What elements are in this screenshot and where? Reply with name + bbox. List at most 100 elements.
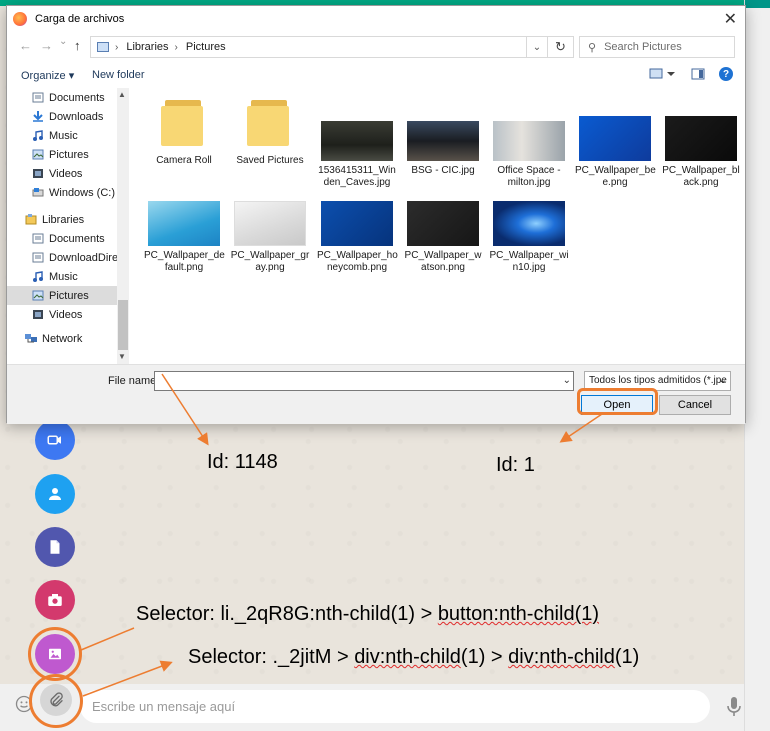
file-item[interactable]: BSG - CIC.jpg (403, 98, 483, 177)
right-panel-strip (744, 0, 770, 731)
nav-library-documents[interactable]: Documents (32, 229, 129, 248)
file-item[interactable]: Office Space - milton.jpg (489, 98, 569, 189)
file-open-dialog: Carga de archivos ✕ ← → ⌄ ↑ › Libraries … (6, 5, 746, 424)
camera-icon (48, 594, 62, 606)
forward-button[interactable]: → (40, 38, 53, 53)
file-item[interactable]: 1536415311_Win den_Caves.jpg (317, 98, 397, 189)
preview-pane-icon[interactable] (691, 68, 705, 83)
contact-icon (49, 488, 61, 500)
help-icon[interactable]: ? (719, 67, 733, 81)
file-item[interactable]: PC_Wallpaper_wi n10.jpg (489, 186, 569, 274)
photos-button-highlight (28, 627, 82, 681)
nav-downloads[interactable]: Downloads (32, 107, 129, 126)
file-name-input[interactable]: ⌄ (154, 371, 574, 391)
folder-icon (161, 98, 207, 148)
attach-camera-room-button[interactable] (35, 420, 75, 460)
chevron-down-icon: ⌄ (718, 375, 727, 386)
organize-menu[interactable]: Organize ▾ (21, 69, 74, 82)
view-options-icon[interactable] (649, 68, 677, 83)
image-thumbnail (407, 121, 479, 161)
search-box[interactable]: ⚲ Search Pictures (579, 36, 735, 58)
pictures-icon (32, 290, 44, 301)
network-icon (25, 334, 37, 343)
attach-document-button[interactable] (35, 527, 75, 567)
attach-contact-button[interactable] (35, 474, 75, 514)
file-item[interactable]: Camera Roll (144, 98, 224, 167)
videos-icon (33, 310, 43, 319)
drive-icon (32, 188, 44, 197)
cancel-button[interactable]: Cancel (659, 395, 731, 415)
nav-library-downloaddirect[interactable]: DownloadDirect (32, 248, 129, 267)
address-bar[interactable]: › Libraries › Pictures ⌄ (90, 36, 548, 58)
breadcrumb-libraries[interactable]: Libraries (126, 41, 168, 53)
nav-library-videos[interactable]: Videos (32, 305, 129, 324)
image-thumbnail (321, 201, 393, 246)
image-thumbnail (493, 121, 565, 161)
annotation-selector-attach: Selector: ._2jitM > div:nth-child(1) > d… (188, 646, 640, 668)
image-thumbnail (321, 121, 393, 161)
file-item[interactable]: PC_Wallpaper_gr ay.png (230, 186, 310, 274)
message-composer (0, 684, 744, 731)
message-input[interactable] (80, 690, 710, 723)
new-folder-button[interactable]: New folder (92, 69, 145, 81)
image-thumbnail (493, 201, 565, 246)
scroll-up-icon[interactable]: ▲ (118, 90, 126, 99)
file-list: Camera Roll Saved Pictures 1536415311_Wi… (137, 88, 745, 364)
nav-documents[interactable]: Documents (32, 88, 129, 107)
file-item[interactable]: PC_Wallpaper_ho neycomb.png (317, 186, 398, 274)
dialog-title: Carga de archivos (35, 12, 125, 25)
videos-icon (33, 169, 43, 178)
navigation-pane: Documents Downloads Music Pictures Video… (7, 88, 129, 364)
file-item[interactable]: PC_Wallpaper_w atson.png (403, 186, 483, 274)
file-item[interactable]: PC_Wallpaper_bl ack.png (661, 98, 741, 189)
libraries-icon (25, 214, 37, 225)
image-thumbnail (407, 201, 479, 246)
navigation-bar: ← → ⌄ ↑ › Libraries › Pictures ⌄ ↻ ⚲ Sea… (7, 34, 745, 60)
file-item[interactable]: PC_Wallpaper_be e.png (575, 98, 656, 189)
downloads-icon (33, 111, 43, 122)
music-icon (33, 271, 43, 282)
address-dropdown-icon[interactable]: ⌄ (526, 36, 548, 58)
chevron-down-icon[interactable]: ⌄ (563, 375, 571, 386)
command-toolbar: Organize ▾ New folder ? (7, 65, 745, 87)
refresh-button[interactable]: ↻ (547, 36, 574, 58)
annotation-id-open: Id: 1 (496, 454, 535, 476)
nav-libraries[interactable]: Libraries (25, 210, 129, 229)
nav-pictures[interactable]: Pictures (32, 145, 129, 164)
nav-music[interactable]: Music (32, 126, 129, 145)
scrollbar-thumb[interactable] (118, 300, 128, 350)
nav-windows-c[interactable]: Windows (C:) (32, 183, 129, 202)
nav-videos[interactable]: Videos (32, 164, 129, 183)
file-item[interactable]: Saved Pictures (230, 98, 310, 167)
firefox-icon (13, 11, 27, 26)
breadcrumb-pictures[interactable]: Pictures (186, 41, 226, 53)
documents-icon (32, 233, 44, 244)
documents-icon (32, 92, 44, 103)
search-placeholder: Search Pictures (604, 41, 682, 53)
annotation-id-input: Id: 1148 (207, 451, 278, 473)
attach-camera-button[interactable] (35, 580, 75, 620)
close-button[interactable]: ✕ (724, 9, 737, 29)
nav-network[interactable]: Network (25, 329, 129, 348)
nav-library-music[interactable]: Music (32, 267, 129, 286)
documents-icon (32, 252, 44, 263)
up-button[interactable]: ↑ (74, 38, 81, 53)
dialog-titlebar: Carga de archivos (7, 6, 745, 31)
open-button-highlight (577, 388, 658, 415)
image-thumbnail (665, 116, 737, 161)
navigation-scrollbar[interactable]: ▲ ▼ (117, 88, 129, 364)
scroll-down-icon[interactable]: ▼ (118, 352, 126, 361)
file-item[interactable]: PC_Wallpaper_de fault.png (144, 186, 225, 274)
search-icon: ⚲ (588, 41, 597, 54)
recent-locations-button[interactable]: ⌄ (59, 36, 67, 47)
folder-icon (247, 98, 293, 148)
microphone-icon[interactable] (727, 696, 741, 718)
music-icon (33, 130, 43, 141)
attach-button-highlight (29, 674, 83, 728)
file-name-label: File name: (108, 375, 160, 387)
nav-library-pictures[interactable]: Pictures (7, 286, 117, 305)
video-call-icon (47, 435, 61, 445)
image-thumbnail (234, 201, 306, 246)
pictures-icon (32, 149, 44, 160)
back-button[interactable]: ← (19, 38, 32, 53)
